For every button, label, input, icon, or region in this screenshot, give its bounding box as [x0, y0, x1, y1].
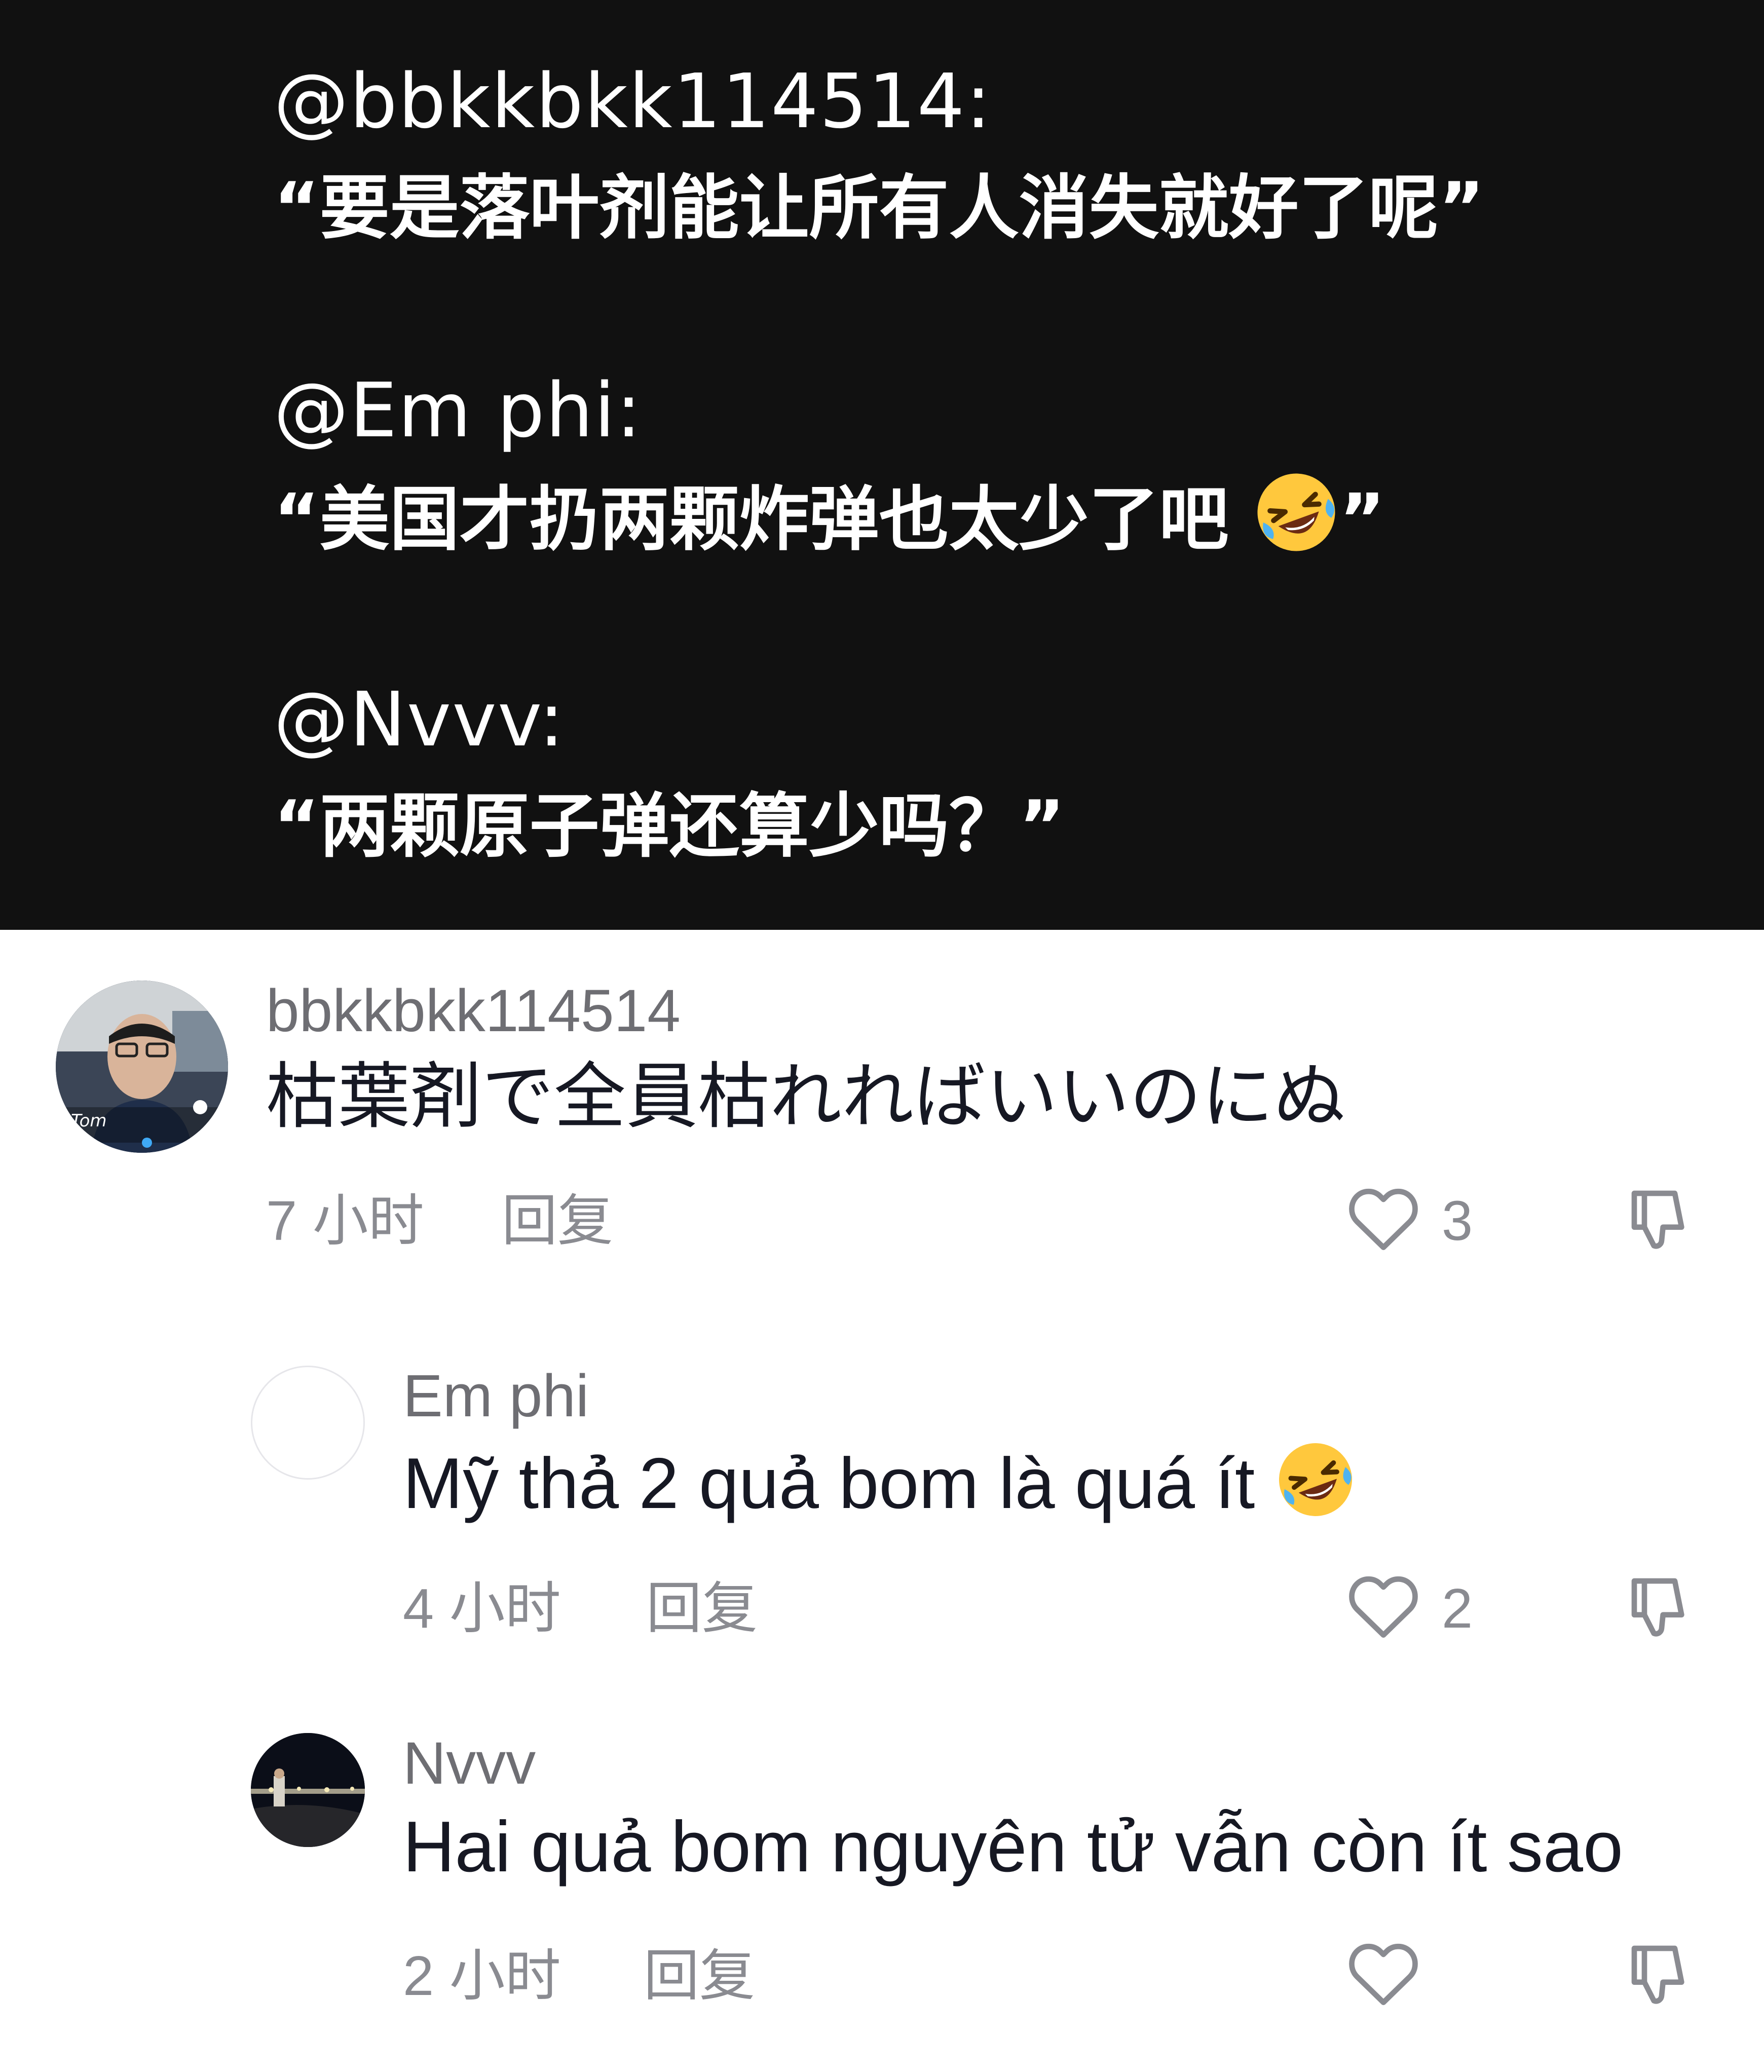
caption-text: “两颗原子弹还算少吗？”: [274, 785, 1065, 867]
comment-reply-item: Nvvv Hai quả bom nguyên tử vẫn còn ít sa…: [0, 1685, 1764, 2072]
caption-text-suffix: ”: [1339, 478, 1385, 560]
caption-text-row: “美国才扔两颗炸弹也太少了吧 ”: [274, 469, 1385, 580]
avatar-photo: [251, 1733, 365, 1847]
caption-quote-3: @Nvvv: “两颗原子弹还算少吗？”: [274, 674, 1065, 875]
reply-button[interactable]: 回复: [502, 1188, 613, 1254]
dislike-icon: [1631, 1578, 1684, 1637]
comment-text-row: Mỹ thả 2 quả bom là quá ít: [403, 1439, 1356, 1539]
heart-icon: [1349, 1576, 1418, 1638]
comment-text: 枯葉剤で全員枯れればいいのにぬ: [266, 1057, 1345, 1137]
avatar-photo: Tom: [56, 981, 228, 1153]
dislike-button[interactable]: [1619, 1566, 1700, 1647]
avatar[interactable]: [251, 1733, 365, 1847]
comment-timestamp: 7 小时: [266, 1190, 424, 1252]
avatar-caption: Tom: [71, 1111, 107, 1131]
like-count: 2: [1442, 1577, 1473, 1640]
dislike-icon: [1631, 1190, 1684, 1249]
like-button[interactable]: [1343, 1178, 1424, 1259]
avatar[interactable]: Tom: [56, 981, 228, 1153]
caption-text: “美国才扔两颗炸弹也太少了吧: [274, 478, 1253, 560]
comment-author[interactable]: bbkkbkk114514: [266, 975, 681, 1046]
like-button[interactable]: [1343, 1566, 1424, 1647]
dislike-icon: [1631, 1945, 1684, 2004]
comment-item: Tom bbkkbkk114514 枯葉剤で全員枯れればいいのにぬ 7 小时 回…: [0, 930, 1764, 1315]
caption-text: “要是落叶剂能让所有人消失就好了呢”: [274, 167, 1485, 249]
caption-panel: @bbkkbkk114514: “要是落叶剂能让所有人消失就好了呢” @Em p…: [0, 0, 1764, 930]
comment-text: Hai quả bom nguyên tử vẫn còn ít sao: [403, 1806, 1623, 1887]
comment-timestamp: 4 小时: [403, 1577, 561, 1640]
caption-quote-1: @bbkkbkk114514: “要是落叶剂能让所有人消失就好了呢”: [274, 56, 1484, 256]
like-button[interactable]: [1343, 1933, 1424, 2014]
heart-icon: [1349, 1943, 1418, 2005]
reply-button[interactable]: 回复: [644, 1943, 755, 2009]
avatar[interactable]: [251, 1366, 365, 1480]
comment-timestamp: 2 小时: [403, 1945, 561, 2007]
comment-list: Tom bbkkbkk114514 枯葉剤で全員枯れればいいのにぬ 7 小时 回…: [0, 930, 1764, 2072]
dislike-button[interactable]: [1619, 1933, 1700, 2014]
like-count: 3: [1442, 1190, 1473, 1252]
comment-reply-item: Em phi Mỹ thả 2 quả bom là quá ít 4 小时 回…: [0, 1315, 1764, 1685]
reply-button[interactable]: 回复: [646, 1576, 758, 1642]
caption-quote-2: @Em phi: “美国才扔两颗炸弹也太少了吧 ”: [274, 365, 1385, 580]
comment-author[interactable]: Em phi: [403, 1361, 589, 1431]
caption-handle: @Nvvv:: [274, 676, 566, 763]
dislike-button[interactable]: [1619, 1178, 1700, 1259]
comment-author[interactable]: Nvvv: [403, 1728, 536, 1799]
rolling-laughing-emoji: [1253, 469, 1339, 580]
comment-text: Mỹ thả 2 quả bom là quá ít: [403, 1443, 1275, 1524]
caption-handle: @Em phi:: [274, 367, 643, 454]
rolling-laughing-emoji: [1275, 1439, 1356, 1539]
heart-icon: [1349, 1188, 1418, 1250]
caption-handle: @bbkkbkk114514:: [274, 58, 992, 145]
